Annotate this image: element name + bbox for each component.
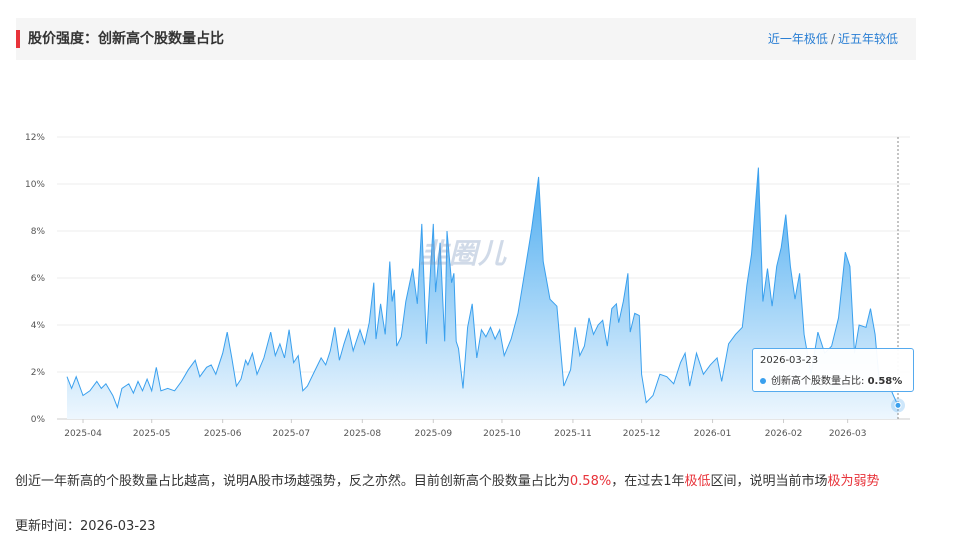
header-accent-bar	[16, 30, 20, 48]
description-value: 0.58%	[569, 474, 612, 489]
tooltip-series-label: 创新高个股数量占比:	[771, 376, 865, 387]
y-tick-label: 2%	[31, 368, 46, 378]
update-time: 更新时间：2026-03-23	[15, 515, 156, 534]
x-tick-label: 2025-06	[204, 429, 242, 439]
tooltip-row: 创新高个股数量占比: 0.58%	[760, 372, 902, 387]
y-tick-label: 10%	[25, 180, 45, 190]
tooltip-series-dot	[760, 378, 766, 384]
link-separator: /	[830, 32, 835, 46]
x-tick-label: 2025-07	[273, 429, 311, 439]
tooltip-value: 0.58%	[867, 376, 903, 387]
x-tick-label: 2025-09	[414, 429, 452, 439]
y-tick-label: 12%	[25, 133, 45, 143]
x-tick-label: 2025-11	[554, 429, 592, 439]
five-year-range-link[interactable]: 近五年较低	[838, 32, 898, 46]
y-tick-label: 0%	[31, 415, 46, 425]
x-tick-label: 2025-04	[64, 429, 102, 439]
description-text: 创近一年新高的个股数量占比越高，说明A股市场越强势，反之亦然。目前创新高个股数量…	[15, 472, 915, 491]
description-part1: 创近一年新高的个股数量占比越高，说明A股市场越强势，反之亦然。目前创新高个股数量…	[15, 474, 570, 489]
x-tick-label: 2026-03	[829, 429, 867, 439]
y-tick-label: 6%	[31, 274, 46, 284]
latest-point	[894, 401, 902, 409]
year-range-link[interactable]: 近一年极低	[768, 32, 828, 46]
description-part3: 区间，说明当前市场	[710, 474, 828, 489]
description-conclusion: 极为弱势	[827, 474, 880, 489]
x-tick-label: 2025-12	[623, 429, 661, 439]
range-links: 近一年极低 / 近五年较低	[768, 32, 898, 46]
section-title: 股价强度：创新高个股数量占比	[28, 31, 224, 47]
strength-area-chart[interactable]: 0% 2% 4% 6% 8% 10% 12% 2025-04 2025-05 2025-06 202…	[0, 125, 958, 445]
description-part2: ，在过去1年	[611, 474, 685, 489]
y-tick-label: 4%	[31, 321, 46, 331]
x-tick-label: 2025-10	[483, 429, 521, 439]
x-tick-label: 2025-05	[133, 429, 171, 439]
chart-tooltip: 2026-03-23 创新高个股数量占比: 0.58%	[752, 348, 914, 392]
y-tick-label: 8%	[31, 227, 46, 237]
section-header: 股价强度：创新高个股数量占比 近一年极低 / 近五年较低	[16, 18, 916, 60]
x-tick-label: 2025-08	[344, 429, 382, 439]
update-label: 更新时间：	[15, 519, 81, 534]
watermark-logo: 韭圈儿	[420, 237, 508, 270]
x-tick-label: 2026-02	[765, 429, 803, 439]
x-tick-label: 2026-01	[694, 429, 732, 439]
update-date: 2026-03-23	[80, 519, 156, 534]
tooltip-date: 2026-03-23	[760, 355, 819, 366]
description-level: 极低	[684, 474, 711, 489]
